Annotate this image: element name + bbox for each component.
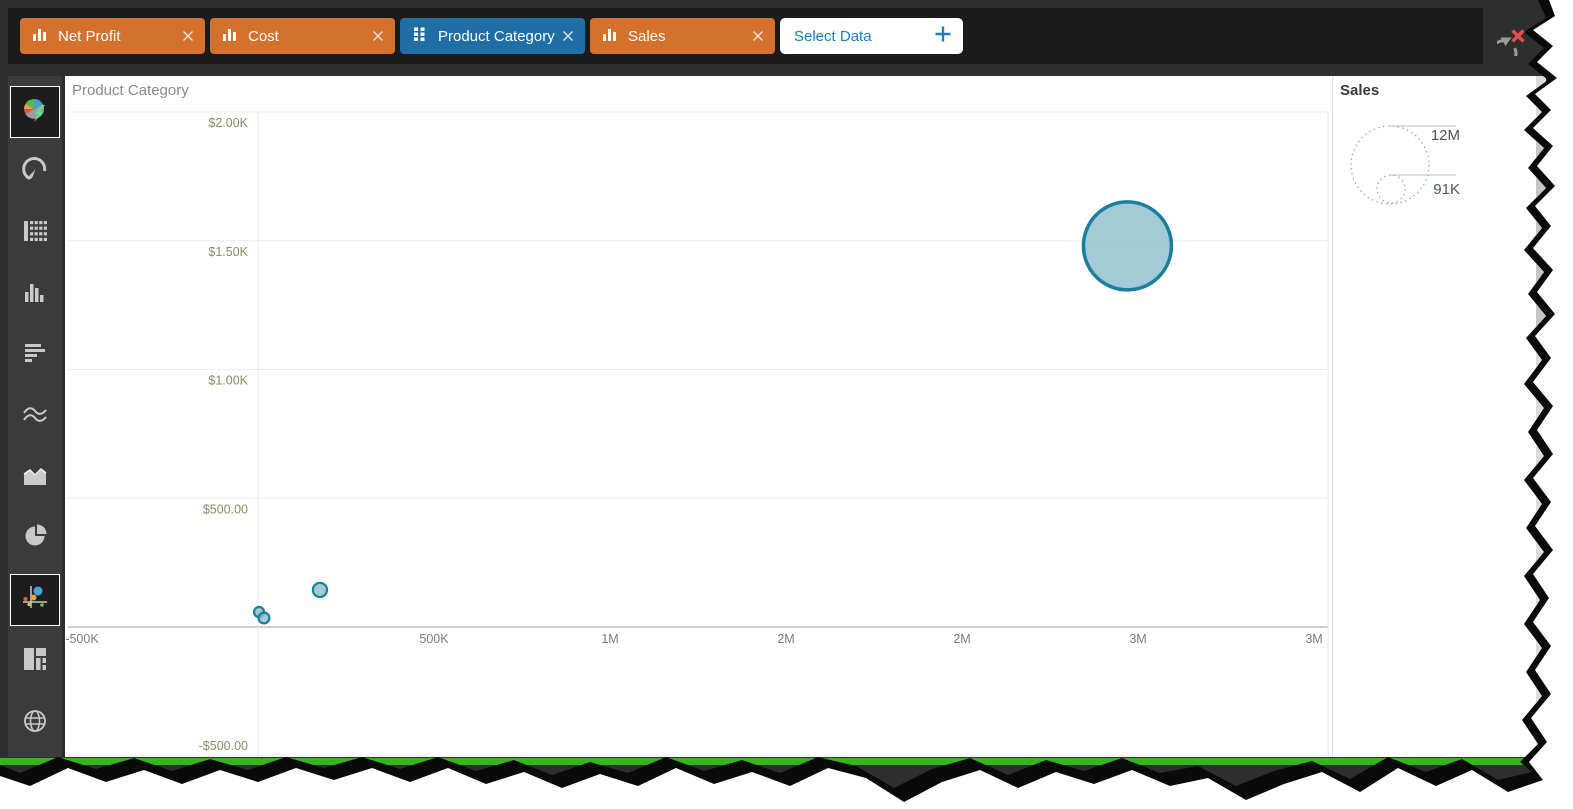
field-pill-label: Cost	[248, 28, 371, 45]
treemap-icon	[21, 645, 49, 678]
bubble[interactable]	[1083, 202, 1171, 290]
x-tick-label: 2M	[953, 632, 970, 646]
sidebar-item-bar-chart[interactable]	[10, 330, 60, 382]
gauge-icon	[21, 156, 49, 189]
x-tick-label: 500K	[419, 632, 449, 646]
globe-icon	[21, 707, 49, 740]
field-pill-net-profit[interactable]: Net Profit	[20, 18, 205, 54]
sidebar-item-smart-chart[interactable]	[10, 86, 60, 138]
sidebar-item-gauge[interactable]	[10, 146, 60, 198]
size-legend: Sales 12M 91K	[1334, 76, 1539, 306]
area-chart-icon	[21, 462, 49, 495]
measure-bars-icon	[32, 26, 48, 46]
legend-max-label: 12M	[1431, 127, 1460, 144]
sidebar-item-column-chart[interactable]	[10, 269, 60, 321]
x-tick-label: 3M	[1305, 632, 1322, 646]
field-pill-product-category[interactable]: Product Category	[400, 18, 585, 54]
smart-chart-icon	[21, 96, 49, 129]
y-tick-label: $500.00	[203, 502, 248, 516]
scatter-bubble-icon	[21, 584, 49, 617]
sidebar-item-scatter-bubble-chart[interactable]	[10, 574, 60, 626]
x-tick-label: 2M	[777, 632, 794, 646]
field-pill-sales[interactable]: Sales	[590, 18, 775, 54]
pie-chart-icon	[21, 522, 49, 555]
field-pill-cost[interactable]: Cost	[210, 18, 395, 54]
measure-bars-icon	[602, 26, 618, 46]
chart-type-sidebar	[8, 76, 62, 757]
line-chart-icon	[21, 401, 49, 434]
remove-field-icon[interactable]	[751, 29, 765, 43]
y-tick-label: $1.50K	[208, 245, 248, 259]
remove-field-icon[interactable]	[561, 29, 575, 43]
select-data-button[interactable]: Select Data	[780, 18, 963, 54]
field-pill-label: Sales	[628, 28, 751, 45]
bubble[interactable]	[259, 613, 270, 624]
sidebar-item-line-chart[interactable]	[10, 391, 60, 443]
bubble-chart-plot[interactable]: $2.00K $1.50K $1.00K $500.00 -$500.00 -500K 50…	[65, 76, 1332, 757]
data-fields-toolbar: Net Profit Cost Product Category	[8, 8, 1483, 64]
bubble[interactable]	[313, 583, 327, 597]
x-tick-label: -500K	[65, 632, 99, 646]
sidebar-item-pie-chart[interactable]	[10, 512, 60, 564]
sidebar-item-area-chart[interactable]	[10, 452, 60, 504]
add-field-plus-icon	[933, 24, 953, 48]
app-window: Net Profit Cost Product Category	[0, 0, 1573, 809]
remove-field-icon[interactable]	[181, 29, 195, 43]
remove-field-icon[interactable]	[371, 29, 385, 43]
column-chart-icon	[21, 279, 49, 312]
dimension-grid-icon	[412, 26, 428, 46]
legend-max-circle	[1351, 126, 1429, 204]
sidebar-item-map[interactable]	[10, 697, 60, 749]
pivot-grid-icon	[21, 217, 49, 250]
y-tick-label: $2.00K	[208, 116, 248, 130]
legend-min-circle	[1377, 175, 1405, 203]
legend-divider	[1332, 76, 1333, 757]
sidebar-item-treemap[interactable]	[10, 635, 60, 687]
screenshot-root: Net Profit Cost Product Category	[0, 0, 1573, 809]
legend-min-label: 91K	[1433, 181, 1460, 198]
y-tick-label: -$500.00	[199, 739, 248, 753]
size-legend-graphic: 12M 91K	[1334, 76, 1544, 306]
field-pill-label: Product Category	[438, 28, 561, 45]
chart-panel: Product Category $2.00K$1.50K$1.00K$500.…	[65, 76, 1538, 757]
x-tick-label: 1M	[601, 632, 618, 646]
sidebar-item-pivot-grid[interactable]	[10, 207, 60, 259]
field-pill-label: Net Profit	[58, 28, 181, 45]
bar-chart-icon	[21, 340, 49, 373]
x-tick-label: 3M	[1129, 632, 1146, 646]
measure-bars-icon	[222, 26, 238, 46]
y-tick-label: $1.00K	[208, 374, 248, 388]
